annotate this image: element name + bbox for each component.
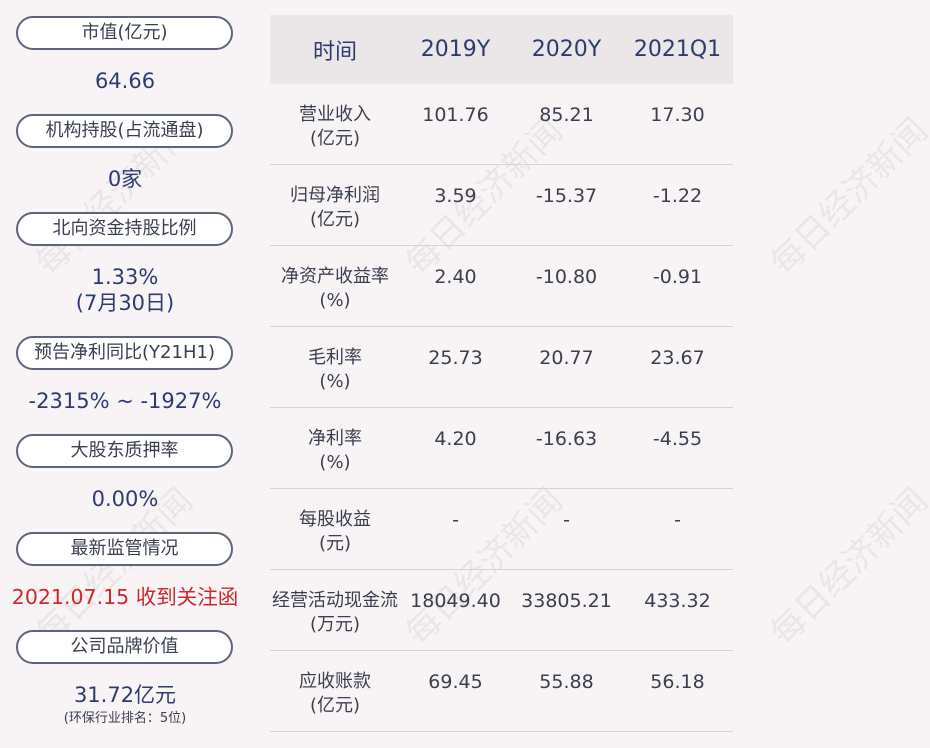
institutional-holding-label: 机构持股(占流通盘) xyxy=(16,114,233,148)
institutional-holding-value: 0家 xyxy=(107,167,143,191)
brand-rank-note: (环保行业排名：5位) xyxy=(63,711,187,726)
table-cell: 33805.21 xyxy=(521,590,612,612)
table-header: 时间 2019Y 2020Y 2021Q1 xyxy=(270,15,733,84)
row-label: 毛利率 (%) xyxy=(308,347,362,392)
table-cell: 85.21 xyxy=(539,104,594,126)
table-cell: 4.20 xyxy=(434,428,477,450)
northbound-ratio-date: (7月30日) xyxy=(75,291,175,315)
table-cell: 2.40 xyxy=(434,266,477,288)
brand-value-value: 31.72亿元 xyxy=(73,683,177,707)
row-label: 经营活动现金流 (万元) xyxy=(272,590,398,635)
table-cell: - xyxy=(452,509,459,531)
table-row: 每股收益 (元) - - - xyxy=(270,489,733,570)
northbound-ratio-label: 北向资金持股比例 xyxy=(16,212,233,246)
financial-table: 时间 2019Y 2020Y 2021Q1 营业收入 (亿元) 101.76 85… xyxy=(270,15,733,732)
table-cell: 20.77 xyxy=(539,347,594,369)
pledge-ratio-value: 0.00% xyxy=(91,487,159,511)
table-cell: 25.73 xyxy=(428,347,483,369)
market-cap-value: 64.66 xyxy=(94,69,156,93)
row-label: 每股收益 (元) xyxy=(299,509,371,554)
header-2019y: 2019Y xyxy=(420,37,491,62)
row-label: 归母净利润 (亿元) xyxy=(290,185,380,230)
header-2020y: 2020Y xyxy=(531,37,602,62)
table-cell: 3.59 xyxy=(434,185,477,207)
row-label: 应收账款 (亿元) xyxy=(299,671,371,716)
forecast-profit-label: 预告净利同比(Y21H1) xyxy=(16,336,233,370)
table-row: 净资产收益率 (%) 2.40 -10.80 -0.91 xyxy=(270,246,733,327)
northbound-ratio-value: 1.33% xyxy=(91,265,159,289)
table-cell: -15.37 xyxy=(535,185,598,207)
table-cell: 101.76 xyxy=(422,104,489,126)
regulation-label: 最新监管情况 xyxy=(16,532,233,566)
table-cell: 433.32 xyxy=(644,590,711,612)
row-label: 净资产收益率 (%) xyxy=(281,266,389,311)
table-cell: 17.30 xyxy=(650,104,705,126)
table-cell: -4.55 xyxy=(652,428,703,450)
table-cell: 69.45 xyxy=(428,671,483,693)
table-row: 归母净利润 (亿元) 3.59 -15.37 -1.22 xyxy=(270,165,733,246)
table-cell: 18049.40 xyxy=(410,590,501,612)
table-cell: - xyxy=(674,509,681,531)
left-panel: 市值(亿元) 64.66 机构持股(占流通盘) 0家 北向资金持股比例 1.33… xyxy=(0,0,250,748)
watermark: 每日经济新闻 xyxy=(763,480,930,654)
market-cap-label: 市值(亿元) xyxy=(16,16,233,50)
brand-value-label: 公司品牌价值 xyxy=(16,630,233,664)
table-row: 净利率 (%) 4.20 -16.63 -4.55 xyxy=(270,408,733,489)
table-cell: -1.22 xyxy=(652,185,703,207)
row-label: 营业收入 (亿元) xyxy=(299,104,371,149)
table-row: 应收账款 (亿元) 69.45 55.88 56.18 xyxy=(270,651,733,732)
table-cell: 23.67 xyxy=(650,347,705,369)
table-cell: 55.88 xyxy=(539,671,594,693)
forecast-profit-value: -2315% ~ -1927% xyxy=(28,389,222,413)
table-row: 经营活动现金流 (万元) 18049.40 33805.21 433.32 xyxy=(270,570,733,651)
table-cell: - xyxy=(563,509,570,531)
header-time: 时间 xyxy=(312,39,357,65)
table-row: 毛利率 (%) 25.73 20.77 23.67 xyxy=(270,327,733,408)
table-cell: 56.18 xyxy=(650,671,705,693)
table-cell: -10.80 xyxy=(535,266,598,288)
table-cell: -0.91 xyxy=(652,266,703,288)
pledge-ratio-label: 大股东质押率 xyxy=(16,434,233,468)
regulation-value: 2021.07.15 收到关注函 xyxy=(11,585,239,609)
header-2021q1: 2021Q1 xyxy=(633,37,722,62)
table-row: 营业收入 (亿元) 101.76 85.21 17.30 xyxy=(270,84,733,165)
watermark: 每日经济新闻 xyxy=(763,110,930,284)
table-cell: -16.63 xyxy=(535,428,598,450)
row-label: 净利率 (%) xyxy=(308,428,362,473)
